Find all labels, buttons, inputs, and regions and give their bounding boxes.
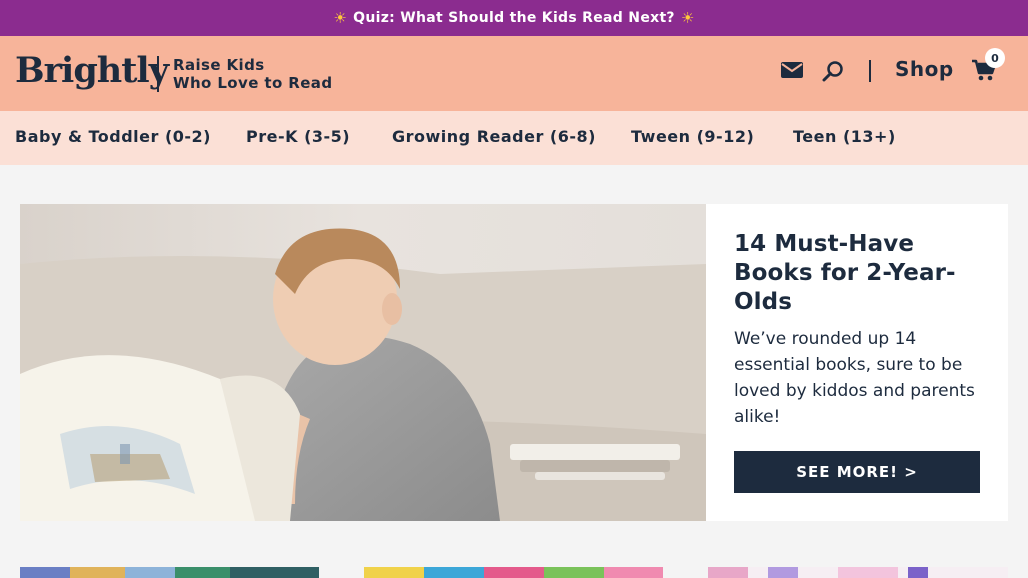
article-card-thumbnail[interactable] [20,565,319,578]
brightly-logo[interactable]: Brightly [15,50,169,91]
nav-item-growing-reader[interactable]: Growing Reader (6-8) [392,127,596,146]
hero-description: We’ve rounded up 14 essential books, sur… [734,329,975,427]
header-divider [869,60,871,82]
cart-count-badge[interactable]: 0 [985,48,1005,68]
featured-article: 14 Must-Have Books for 2-Year-Olds We’ve… [20,204,1008,521]
see-more-button[interactable]: SEE MORE! > [734,451,980,493]
article-card-thumbnail[interactable] [364,565,663,578]
article-card-thumbnail[interactable] [708,565,1008,578]
site-header: Brightly Raise Kids Who Love to Read [0,36,1028,111]
tagline-line-1: Raise Kids [173,56,265,74]
nav-item-tween[interactable]: Tween (9-12) [631,127,754,146]
hero-title[interactable]: 14 Must-Have Books for 2-Year-Olds [734,230,984,317]
tagline: Raise Kids Who Love to Read [173,56,332,92]
promo-banner[interactable]: ☀ Quiz: What Should the Kids Read Next? … [0,0,1028,36]
hero-photo-child-reading[interactable] [20,204,706,521]
nav-item-teen[interactable]: Teen (13+) [793,127,896,146]
nav-item-pre-k[interactable]: Pre-K (3-5) [246,127,350,146]
sun-icon: ☀ [680,9,695,27]
promo-text[interactable]: Quiz: What Should the Kids Read Next? [353,10,675,26]
age-nav: Baby & Toddler (0-2) Pre-K (3-5) Growing… [0,111,1028,165]
nav-item-baby-toddler[interactable]: Baby & Toddler (0-2) [15,127,211,146]
logo-divider [157,56,159,92]
tagline-line-2: Who Love to Read [173,74,333,92]
mail-icon[interactable] [781,60,803,80]
sun-icon: ☀ [333,9,348,27]
shop-link[interactable]: Shop [895,57,954,81]
hero-text-block: 14 Must-Have Books for 2-Year-Olds We’ve… [734,230,984,430]
search-icon[interactable] [821,59,845,83]
